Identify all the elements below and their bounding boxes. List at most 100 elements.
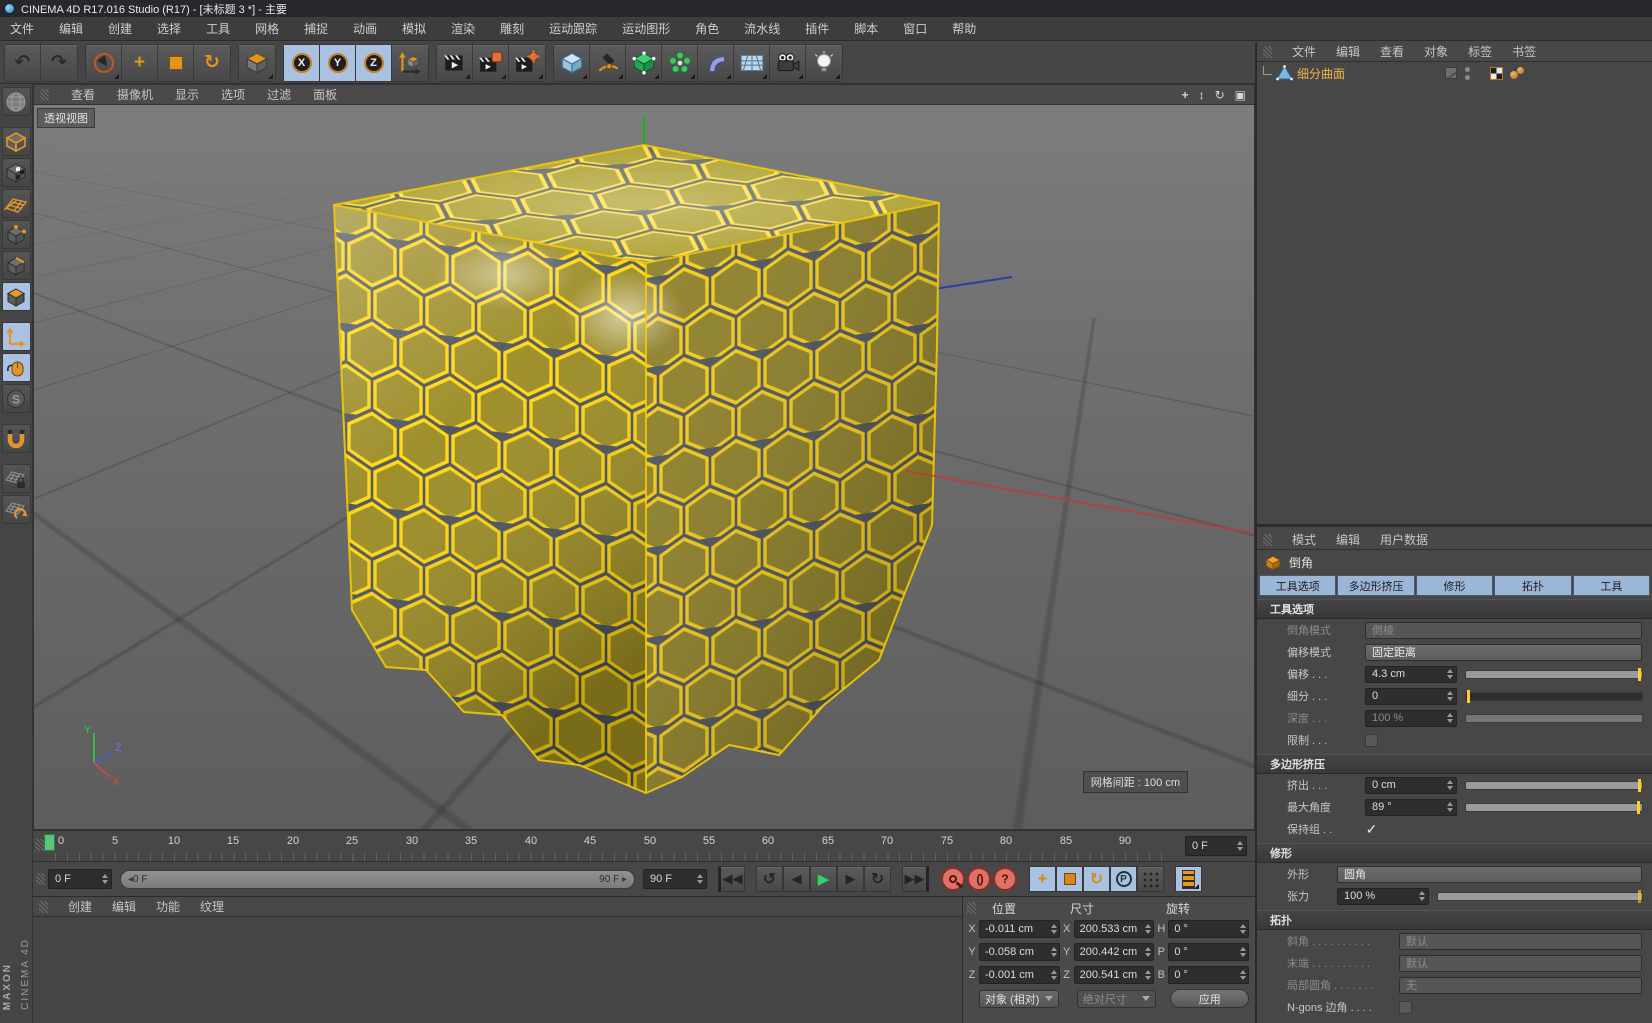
- section-shaping[interactable]: 修形: [1257, 843, 1652, 863]
- undo-icon[interactable]: ↶: [5, 45, 41, 81]
- goto-start-icon[interactable]: ◀◀: [718, 866, 745, 892]
- om-menu-objects[interactable]: 对象: [1424, 43, 1448, 60]
- coords-drag-handle[interactable]: [967, 902, 976, 914]
- model-mode-icon[interactable]: [2, 127, 31, 156]
- tab-shaping[interactable]: 修形: [1416, 575, 1493, 596]
- tension-slider[interactable]: [1437, 892, 1643, 901]
- section-topology[interactable]: 拓扑: [1257, 910, 1652, 930]
- y-axis-lock-icon[interactable]: Y: [320, 45, 356, 81]
- menu-select[interactable]: 选择: [157, 20, 181, 37]
- menu-plugins[interactable]: 插件: [805, 20, 829, 37]
- position-y-field[interactable]: -0.058 cm: [979, 943, 1060, 961]
- play-reverse-icon[interactable]: ↺: [756, 866, 783, 892]
- menu-render[interactable]: 渲染: [451, 20, 475, 37]
- limit-checkbox[interactable]: [1365, 734, 1378, 747]
- viewport-canvas[interactable]: Y Z X 透视视图 网格间距 : 100 cm: [34, 105, 1254, 829]
- add-primitive-cube-icon[interactable]: [554, 45, 590, 81]
- move-tool-icon[interactable]: +: [122, 45, 158, 81]
- menu-mograph[interactable]: 运动图形: [622, 20, 670, 37]
- edit-render-settings-icon[interactable]: [509, 45, 545, 81]
- tension-field[interactable]: 100 %: [1337, 888, 1429, 905]
- tab-tool[interactable]: 工具: [1573, 575, 1650, 596]
- material-menu-texture[interactable]: 纹理: [200, 898, 224, 915]
- rotation-b-field[interactable]: 0 °: [1168, 966, 1249, 984]
- coordinate-system-icon[interactable]: [392, 45, 428, 81]
- preview-range-slider[interactable]: ◂ 0 F 90 F ▸: [120, 870, 635, 889]
- enable-toggle-icon[interactable]: [1445, 67, 1457, 79]
- current-frame-field[interactable]: 0 F: [1185, 836, 1247, 856]
- end-frame-field[interactable]: 90 F: [643, 869, 707, 889]
- am-menu-mode[interactable]: 模式: [1292, 531, 1316, 548]
- tab-polygon-extrude[interactable]: 多边形挤压: [1337, 575, 1414, 596]
- timeline-mode-icon[interactable]: [1175, 866, 1202, 892]
- goto-end-icon[interactable]: ▶▶: [902, 866, 929, 892]
- workplane-mode-icon[interactable]: [2, 189, 31, 218]
- scale-tool-icon[interactable]: [158, 45, 194, 81]
- offset-slider[interactable]: [1465, 670, 1643, 679]
- key-scale-icon[interactable]: [1056, 866, 1083, 892]
- last-used-tool-icon[interactable]: [239, 45, 275, 81]
- live-selection-icon[interactable]: [86, 45, 122, 81]
- make-editable-icon[interactable]: [2, 87, 31, 116]
- viewport-menu-options[interactable]: 选项: [221, 86, 245, 103]
- phong-tag-icon[interactable]: [1510, 67, 1526, 80]
- section-tool-options[interactable]: 工具选项: [1257, 599, 1652, 619]
- max-angle-slider[interactable]: [1465, 803, 1643, 812]
- tab-topology[interactable]: 拓扑: [1494, 575, 1571, 596]
- enable-snap-icon[interactable]: [2, 424, 31, 453]
- end-frame-stepper[interactable]: [697, 874, 703, 884]
- size-z-field[interactable]: 200.541 cm: [1074, 966, 1155, 984]
- key-position-icon[interactable]: +: [1029, 866, 1056, 892]
- viewport-menu-display[interactable]: 显示: [175, 86, 199, 103]
- key-parameter-icon[interactable]: P: [1110, 866, 1137, 892]
- menu-window[interactable]: 窗口: [903, 20, 927, 37]
- menu-snap[interactable]: 捕捉: [304, 20, 328, 37]
- menu-character[interactable]: 角色: [695, 20, 719, 37]
- size-y-field[interactable]: 200.442 cm: [1074, 943, 1155, 961]
- toggle-view-icon[interactable]: ▣: [1235, 88, 1246, 102]
- object-manager-drag-handle[interactable]: [1263, 46, 1272, 58]
- position-z-field[interactable]: -0.001 cm: [979, 966, 1060, 984]
- viewport-drag-handle[interactable]: [40, 89, 49, 101]
- points-mode-icon[interactable]: [2, 220, 31, 249]
- om-menu-bookmarks[interactable]: 书签: [1512, 43, 1536, 60]
- material-drag-handle[interactable]: [39, 901, 48, 913]
- viewport-menu-cameras[interactable]: 摄像机: [117, 86, 153, 103]
- start-frame-stepper[interactable]: [102, 874, 108, 884]
- key-pla-icon[interactable]: [1137, 866, 1164, 892]
- add-spline-pen-icon[interactable]: [590, 45, 626, 81]
- material-menu-create[interactable]: 创建: [68, 898, 92, 915]
- rotation-p-field[interactable]: 0 °: [1168, 943, 1249, 961]
- timeline-ruler[interactable]: 0 5 10 15 20 25 30 35 40 45 50 55 60 65 …: [33, 830, 1255, 862]
- attribute-drag-handle[interactable]: [1263, 534, 1272, 546]
- om-menu-file[interactable]: 文件: [1292, 43, 1316, 60]
- menu-help[interactable]: 帮助: [952, 20, 976, 37]
- object-name[interactable]: 细分曲面: [1297, 65, 1345, 82]
- object-row-subdivision-surface[interactable]: 细分曲面: [1257, 62, 1652, 84]
- add-floor-icon[interactable]: [734, 45, 770, 81]
- om-menu-view[interactable]: 查看: [1380, 43, 1404, 60]
- rotate-view-icon[interactable]: ↻: [1215, 88, 1225, 102]
- align-workplane-icon[interactable]: [2, 495, 31, 524]
- polygons-mode-icon[interactable]: [2, 282, 31, 311]
- play-forward-icon[interactable]: ▶: [810, 866, 837, 892]
- coords-mode-dropdown[interactable]: 对象 (相对): [979, 990, 1059, 1008]
- pan-view-icon[interactable]: +: [1182, 88, 1189, 102]
- viewport-menu-panel[interactable]: 面板: [313, 86, 337, 103]
- render-to-picture-viewer-icon[interactable]: [473, 45, 509, 81]
- am-menu-userdata[interactable]: 用户数据: [1380, 531, 1428, 548]
- frame-stepper[interactable]: [1237, 841, 1243, 851]
- snap-s-icon[interactable]: S: [2, 384, 31, 413]
- menu-motion-tracker[interactable]: 运动跟踪: [549, 20, 597, 37]
- menu-sculpt[interactable]: 雕刻: [500, 20, 524, 37]
- redo-icon[interactable]: ↷: [41, 45, 77, 81]
- shape-dropdown[interactable]: 圆角: [1337, 866, 1642, 883]
- am-menu-edit[interactable]: 编辑: [1336, 531, 1360, 548]
- preserve-groups-checkbox[interactable]: ✓: [1365, 823, 1378, 836]
- display-tag-icon[interactable]: [1490, 67, 1503, 80]
- size-x-field[interactable]: 200.533 cm: [1074, 920, 1155, 938]
- menu-simulate[interactable]: 模拟: [402, 20, 426, 37]
- extrude-field[interactable]: 0 cm: [1365, 777, 1457, 794]
- apply-button[interactable]: 应用: [1170, 989, 1249, 1008]
- texture-mode-icon[interactable]: [2, 158, 31, 187]
